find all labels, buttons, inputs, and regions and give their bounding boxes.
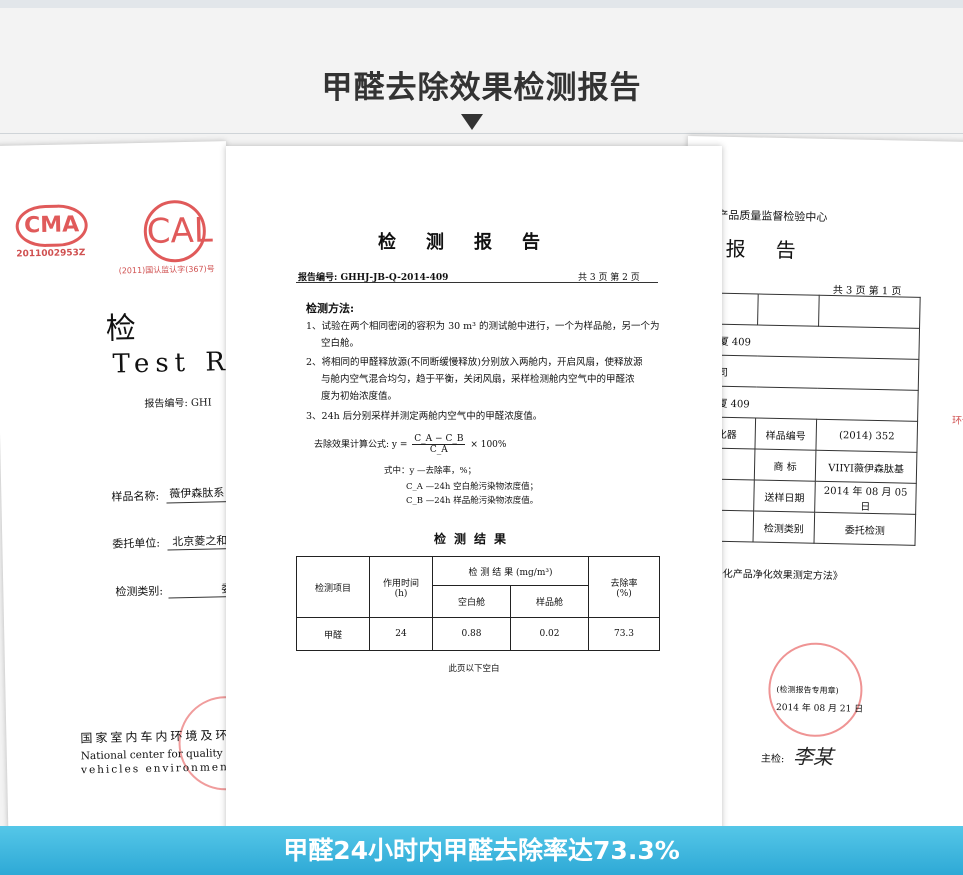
top-bar	[0, 0, 963, 8]
table-row: 检测类别 委托检测	[700, 509, 916, 546]
table-row: 商 标 VIIYI薇伊森肽基	[701, 447, 917, 484]
cal-seal-icon: CAL	[143, 199, 213, 263]
header-time: 作用时间 (h)	[369, 556, 433, 618]
method-reference: 气净化产品净化效果测定方法》	[702, 568, 843, 583]
header-sample: 样品舱	[510, 585, 589, 618]
table-row: 甲醛 24 0.88 0.02 73.3	[296, 617, 660, 651]
method-step: 1、试验在两个相同密闭的容积为 30 m³ 的测试舱中进行，一个为样品舱，另一个…	[306, 321, 660, 332]
summary-title: 报告	[725, 236, 826, 263]
method-step: 与舱内空气混合均匀，趋于平衡，关闭风扇，采样检测舱内空气中的甲醛浓	[321, 374, 635, 385]
cal-number: (2011)国认监认字(367)号	[118, 264, 215, 276]
table-row: 净化器样品编号(2014) 352	[701, 416, 918, 453]
table-row: 西厦 409	[702, 385, 919, 422]
field-label: 委托单位:	[112, 536, 161, 551]
field-value: 北京菱之和	[172, 534, 228, 549]
header-rate: 去除率 (%)	[588, 556, 660, 618]
bottom-banner: 甲醛24小时内甲醛去除率达73.3%	[0, 826, 963, 875]
field-label: 样品名称:	[111, 489, 160, 504]
header-result: 检 测 结 果 (mg/m³)	[432, 555, 589, 587]
cma-seal-icon: CMA	[15, 204, 89, 248]
table-row	[704, 292, 921, 329]
cell-blank: 0.88	[432, 617, 511, 651]
summary-table: 西厦 409 公司 西厦 409 净化器样品编号(2014) 352 商 标VI…	[700, 292, 921, 546]
report-cover-page: CMA 2011002953Z CAL (2011)国认监认字(367)号 检 …	[0, 141, 241, 836]
page-title: 甲醛去除效果检测报告	[321, 70, 642, 106]
field-label: 检测类别:	[115, 584, 164, 599]
header-item: 检测项目	[296, 556, 370, 618]
divider-line	[0, 133, 963, 134]
method-step: 度为初始浓度值。	[321, 391, 398, 402]
supervisor-label: 主检:	[760, 753, 785, 766]
method-step: 空白舱。	[321, 338, 360, 349]
table-row: 西厦 409	[703, 323, 920, 360]
formula-legend: 式中：y —去除率，%；	[384, 466, 477, 476]
banner-text: 甲醛24小时内甲醛去除率达73.3%	[283, 836, 680, 865]
cma-number: 2011002953Z	[16, 248, 86, 260]
report-date: 2014 年 08 月 21 日	[775, 702, 864, 715]
table-row: 公司	[703, 354, 919, 391]
cell-rate: 73.3	[588, 617, 660, 651]
cover-title-cn: 检 测	[105, 308, 240, 347]
formula-label: 去除效果计算公式:	[314, 440, 390, 450]
formula-lhs: y =	[391, 440, 408, 450]
cell-sample: 0.02	[510, 617, 589, 651]
stamp-label: (检测报告专用章)	[776, 684, 839, 696]
signature: 李某	[792, 744, 834, 770]
formula-numerator: C_A − C_B	[412, 434, 466, 445]
method-step: 2、将相同的甲醛释放源(不同断缓慢释放)分别放入两舱内，开启风扇，使释放源	[306, 357, 643, 368]
cover-report-number: 报告编号: GHI	[144, 397, 212, 410]
formula-denominator: C_A	[429, 445, 448, 455]
cover-footer-cn: 国家室内车内环境及环	[80, 728, 231, 746]
formula-legend: C_B —24h 样品舱污染物浓度值。	[406, 496, 539, 506]
formula-fraction: C_A − C_B C_A	[412, 434, 466, 455]
center-name: 保产品质量监督检验中心	[706, 208, 828, 224]
header-blank: 空白舱	[432, 585, 511, 618]
header-rule	[296, 282, 658, 283]
table-row: 检测项目 作用时间 (h) 检 测 结 果 (mg/m³) 去除率 (%)	[296, 555, 660, 618]
arrow-down-icon	[461, 114, 483, 130]
formula-tail: × 100%	[470, 440, 507, 450]
report-method-page: 检测报告 报告编号: GHHJ-JB-Q-2014-409 共 3 页 第 2 …	[226, 146, 722, 836]
results-heading: 检测结果	[433, 532, 514, 546]
cell-item: 甲醛	[296, 617, 370, 651]
formula: 去除效果计算公式: y = C_A − C_B C_A × 100%	[314, 434, 506, 455]
table-row: 送样日期 2014 年 08 月 05 日	[700, 478, 917, 515]
blank-note: 此页以下空白	[448, 664, 500, 674]
cover-title-en: Test R	[112, 347, 232, 380]
method-step: 3、24h 后分别采样并测定两舱内空气中的甲醛浓度值。	[306, 411, 543, 422]
method-heading: 检测方法:	[306, 302, 355, 315]
formula-legend: C_A —24h 空白舱污染物浓度值；	[406, 482, 539, 492]
edge-strip-text: 环保	[951, 415, 963, 428]
cell-time: 24	[369, 617, 433, 651]
results-table: 检测项目 作用时间 (h) 检 测 结 果 (mg/m³) 去除率 (%) 空白…	[296, 555, 660, 651]
field-value: 薇伊森肽系	[169, 486, 225, 501]
report-title: 检测报告	[378, 232, 570, 253]
